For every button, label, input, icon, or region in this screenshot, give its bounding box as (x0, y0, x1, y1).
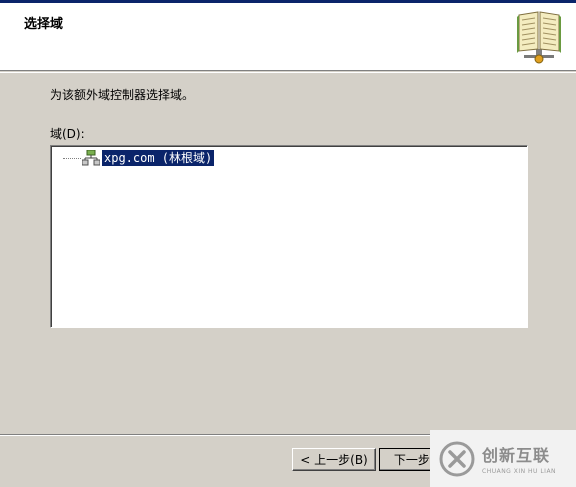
page-title: 选择域 (24, 17, 64, 32)
header-divider (0, 72, 576, 73)
wizard-header: 选择域 (0, 3, 576, 71)
watermark-subtitle: CHUANG XIN HU LIAN (482, 468, 557, 475)
back-button[interactable]: < 上一步(B) (292, 448, 376, 471)
watermark-brand: 创新互联 (482, 446, 551, 465)
tree-item-domain[interactable]: xpg.com (林根域) (63, 149, 215, 167)
tree-connector (63, 157, 81, 159)
domain-tree-icon (82, 150, 100, 166)
domain-tree-view[interactable]: xpg.com (林根域) (50, 145, 528, 328)
instruction-text: 为该额外域控制器选择域。 (50, 88, 195, 102)
brand-logo-icon (439, 441, 475, 476)
watermark: 创新互联 CHUANG XIN HU LIAN (430, 430, 576, 487)
tree-item-label: xpg.com (林根域) (102, 150, 215, 166)
domain-label: 域(D): (50, 127, 85, 141)
book-directory-icon (517, 11, 561, 64)
